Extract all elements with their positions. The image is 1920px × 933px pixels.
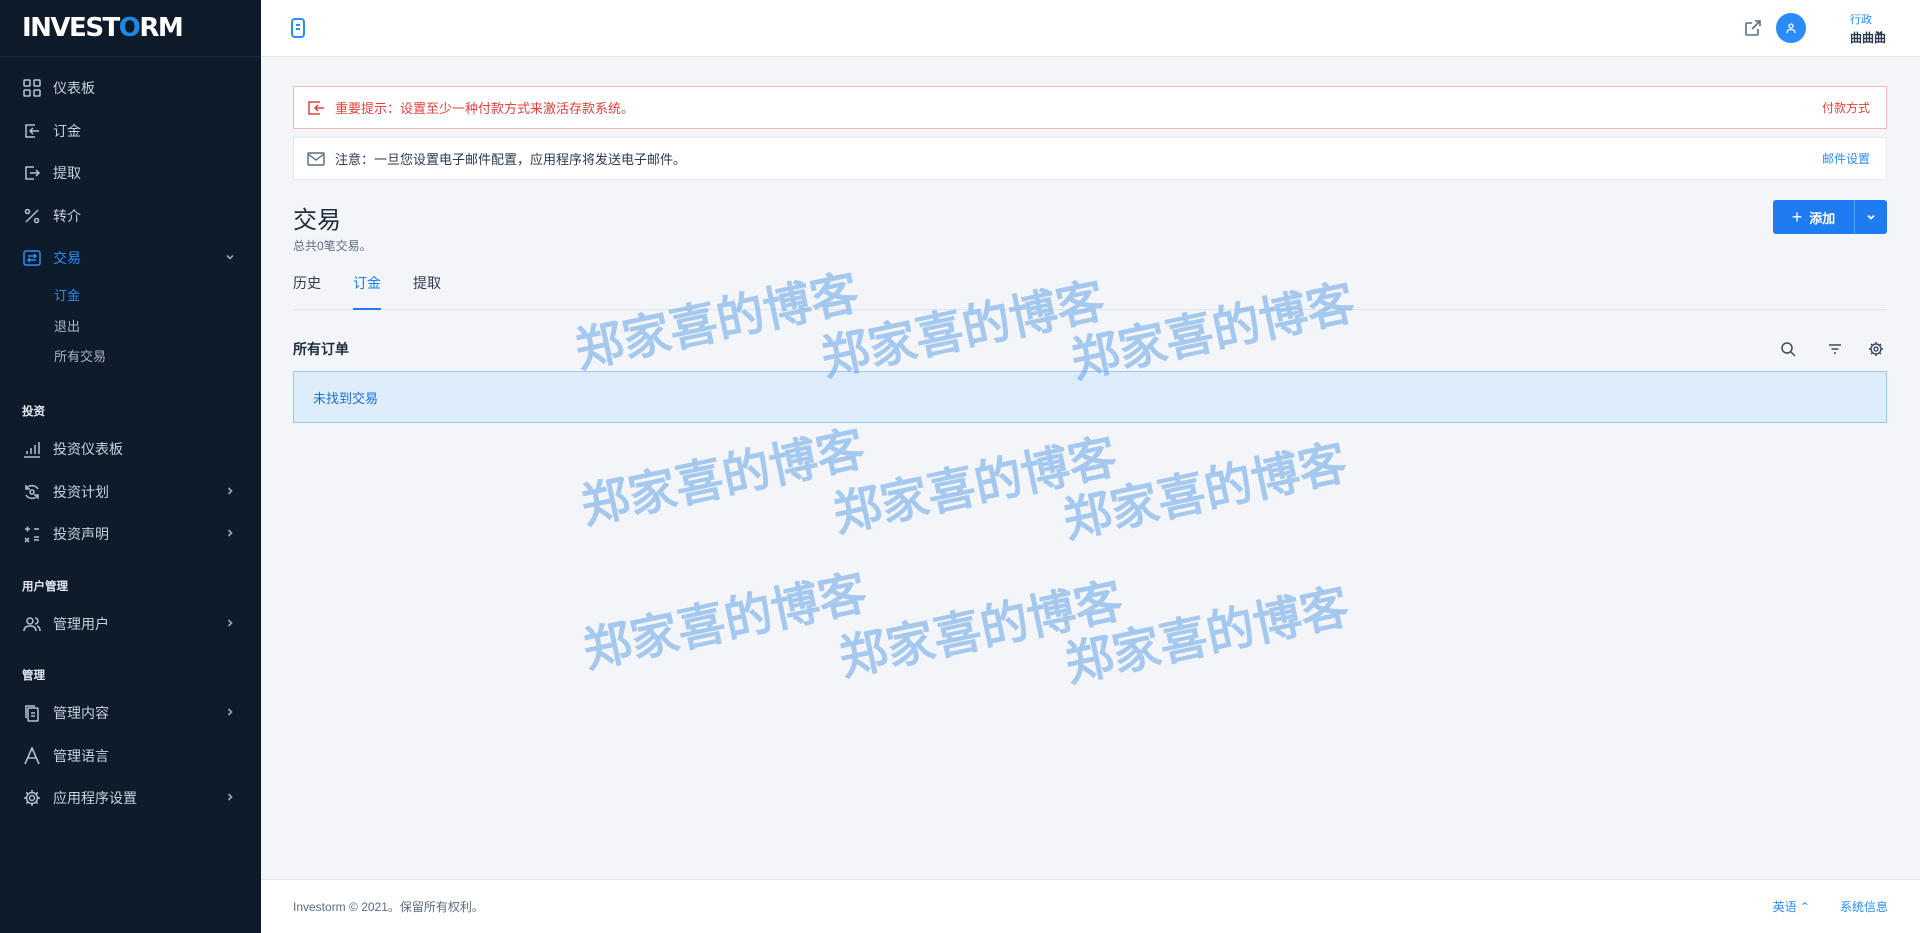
chevron-right-icon <box>225 617 239 631</box>
sidebar-item-label: 应用程序设置 <box>53 790 137 807</box>
sidebar-item-transactions[interactable]: 交易 <box>0 237 261 280</box>
tab-history[interactable]: 历史 <box>293 270 321 309</box>
percent-icon <box>22 206 42 226</box>
watermark: 郑家喜的博客 <box>1060 578 1354 694</box>
tab-deposit[interactable]: 订金 <box>353 270 381 310</box>
sidebar-item-label: 管理语言 <box>53 747 109 764</box>
sidebar-item-invest-statement[interactable]: 投资声明 <box>0 513 261 556</box>
language-selector[interactable]: 英语 ⌃ <box>1773 898 1810 915</box>
chevron-down-icon <box>1867 214 1875 220</box>
page-header: 交易 总共0笔交易。 + 添加 <box>293 200 1887 256</box>
withdraw-icon <box>22 163 42 183</box>
chevron-right-icon <box>225 485 239 499</box>
footer: Investorm © 2021。保留所有权利。 英语 ⌃ 系统信息 <box>261 879 1920 933</box>
sidebar-heading-users: 用户管理 <box>22 580 68 593</box>
payment-methods-link[interactable]: 付款方式 <box>1822 99 1870 116</box>
filter-icon[interactable] <box>1827 341 1843 357</box>
add-button-main[interactable]: + 添加 <box>1773 200 1855 234</box>
sidebar-item-manage-content[interactable]: 管理内容 <box>0 692 261 735</box>
email-alert-text: 注意：一旦您设置电子邮件配置，应用程序将发送电子邮件。 <box>335 152 687 167</box>
plus-icon: + <box>1791 206 1803 227</box>
external-link-icon[interactable] <box>1743 18 1763 38</box>
sidebar-item-invest-dashboard[interactable]: 投资仪表板 <box>0 428 261 471</box>
section-title: 所有订单 <box>293 341 349 357</box>
transaction-tabs: 历史 订金 提取 <box>293 270 1887 310</box>
watermark: 郑家喜的博客 <box>828 428 1122 544</box>
sidebar-item-manage-language[interactable]: 管理语言 <box>0 735 261 778</box>
sidebar-item-label: 提取 <box>53 165 81 182</box>
email-settings-link[interactable]: 邮件设置 <box>1822 150 1870 167</box>
gear-icon <box>22 788 42 808</box>
sidebar-item-dashboard[interactable]: 仪表板 <box>0 67 261 110</box>
sidebar-item-label: 投资计划 <box>53 483 109 500</box>
payment-alert: 重要提示：设置至少一种付款方式来激活存款系统。 付款方式 <box>293 86 1887 129</box>
chart-icon <box>22 439 42 459</box>
sidebar-subitem-all-transactions[interactable]: 所有交易 <box>0 341 261 372</box>
chevron-down-icon[interactable] <box>1874 28 1884 41</box>
empty-state: 未找到交易 <box>293 371 1887 423</box>
add-dropdown-toggle[interactable] <box>1855 200 1887 234</box>
sidebar: INVESTORM 仪表板 订金 提取 转介 交易 订金 退出 所有交易 投资 … <box>0 0 261 933</box>
payment-alert-text: 重要提示：设置至少一种付款方式来激活存款系统。 <box>335 101 635 116</box>
sidebar-nav: 仪表板 订金 提取 转介 交易 订金 退出 所有交易 投资 投资仪表板 投资计划… <box>0 57 261 820</box>
sidebar-item-manage-users[interactable]: 管理用户 <box>0 603 261 646</box>
search-icon[interactable] <box>1780 341 1796 357</box>
watermark: 郑家喜的博客 <box>1058 434 1352 550</box>
sidebar-subitem-exit[interactable]: 退出 <box>0 310 261 341</box>
users-icon <box>22 614 42 634</box>
copy-icon <box>22 703 42 723</box>
sidebar-heading-manage: 管理 <box>22 670 45 682</box>
page-title: 交易 <box>293 207 341 234</box>
sidebar-item-deposit[interactable]: 订金 <box>0 110 261 153</box>
watermark: 郑家喜的博客 <box>576 420 870 536</box>
sidebar-item-label: 仪表板 <box>53 80 95 97</box>
main-content: 重要提示：设置至少一种付款方式来激活存款系统。 付款方式 注意：一旦您设置电子邮… <box>293 86 1887 423</box>
watermark: 郑家喜的博客 <box>834 572 1128 688</box>
language-label: 英语 <box>1772 900 1797 914</box>
page-subtitle: 总共0笔交易。 <box>293 239 372 253</box>
add-button[interactable]: + 添加 <box>1773 200 1887 234</box>
sidebar-item-label: 订金 <box>53 122 81 139</box>
chevron-right-icon <box>225 527 239 541</box>
email-alert: 注意：一旦您设置电子邮件配置，应用程序将发送电子邮件。 邮件设置 <box>293 137 1887 180</box>
sidebar-item-label: 转介 <box>53 207 81 224</box>
deposit-icon <box>22 121 42 141</box>
sidebar-item-label: 管理内容 <box>53 705 109 722</box>
transactions-icon <box>22 248 42 268</box>
tab-withdraw[interactable]: 提取 <box>413 270 441 309</box>
section-header: 所有订单 <box>293 339 1887 359</box>
chevron-up-icon: ⌃ <box>1799 900 1810 914</box>
chevron-right-icon <box>225 791 239 805</box>
topbar: 行政 曲曲曲 <box>261 0 1920 57</box>
mobile-menu-icon[interactable] <box>291 18 305 38</box>
language-icon <box>22 746 42 766</box>
watermark: 郑家喜的博客 <box>578 564 872 680</box>
sidebar-item-referral[interactable]: 转介 <box>0 195 261 238</box>
chevron-right-icon <box>225 706 239 720</box>
copyright: Investorm © 2021。保留所有权利。 <box>293 900 484 914</box>
avatar[interactable] <box>1776 13 1806 43</box>
settings-icon[interactable] <box>1868 341 1884 357</box>
sidebar-item-label: 投资仪表板 <box>53 441 123 458</box>
mail-icon <box>307 151 325 166</box>
add-button-label: 添加 <box>1809 210 1836 226</box>
sidebar-item-label: 交易 <box>53 250 81 267</box>
sidebar-item-label: 投资声明 <box>53 526 109 543</box>
calculator-icon <box>22 524 42 544</box>
sidebar-item-withdraw[interactable]: 提取 <box>0 152 261 195</box>
brand-logo[interactable]: INVESTORM <box>0 0 261 57</box>
sidebar-item-label: 管理用户 <box>53 615 109 632</box>
refresh-icon <box>22 482 42 502</box>
sidebar-subitem-deposit[interactable]: 订金 <box>0 280 261 311</box>
sidebar-item-app-settings[interactable]: 应用程序设置 <box>0 777 261 820</box>
system-info-link[interactable]: 系统信息 <box>1840 898 1888 915</box>
sidebar-item-invest-plans[interactable]: 投资计划 <box>0 471 261 514</box>
dashboard-icon <box>22 78 42 98</box>
sidebar-heading-invest: 投资 <box>22 406 45 418</box>
user-role: 行政 <box>1849 14 1872 26</box>
wallet-icon <box>307 100 325 116</box>
chevron-down-icon <box>225 251 239 265</box>
